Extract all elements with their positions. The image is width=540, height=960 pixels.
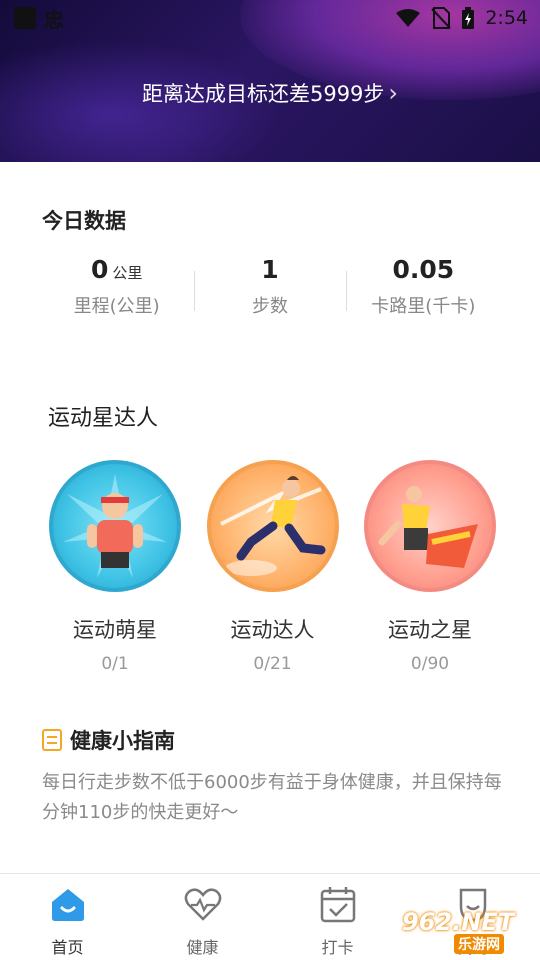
badge-item[interactable]: 运动之星 0/90: [355, 460, 505, 674]
no-sim-icon: [431, 7, 452, 29]
stat-distance: 0 公里 里程(公里): [40, 255, 193, 325]
badge-progress: 0/1: [101, 654, 129, 674]
badge-name: 运动萌星: [73, 618, 157, 642]
stat-value: 0.05: [392, 255, 455, 284]
today-stats: 0 公里 里程(公里) 1 步数 0.05 卡路里(千卡): [40, 255, 500, 325]
stat-label: 卡路里(千卡): [371, 296, 476, 317]
tab-health[interactable]: 健康: [135, 874, 270, 960]
goal-text: 距离达成目标还差5999步: [141, 82, 385, 106]
tab-label: 首页: [51, 938, 84, 957]
stat-label: 里程(公里): [73, 296, 160, 317]
chevron-right-icon: ›: [388, 79, 399, 107]
battery-icon: [462, 7, 475, 29]
calendar-check-icon: [320, 887, 355, 923]
stat-calories: 0.05 卡路里(千卡): [347, 255, 500, 325]
stat-label: 步数: [251, 296, 288, 317]
goal-link[interactable]: 距离达成目标还差5999步 ›: [0, 78, 540, 108]
tab-label: 打卡: [321, 938, 354, 957]
guide-text: 每日行走步数不低于6000步有益于身体健康，并且保持每分钟110步的快走更好～: [42, 772, 502, 823]
heart-icon: [184, 888, 221, 921]
wifi-icon: [396, 9, 421, 27]
stat-value: 0: [90, 255, 109, 284]
badge-progress: 0/21: [253, 654, 292, 674]
status-bar: 忠 2:54: [0, 0, 540, 36]
watermark-logo: 962.NET 乐游网: [402, 908, 532, 956]
clock: 2:54: [485, 7, 528, 29]
stat-value: 1: [261, 255, 279, 284]
badge-name: 运动达人: [230, 618, 315, 642]
today-data-title: 今日数据: [42, 209, 126, 233]
guide-title: 健康小指南: [70, 729, 175, 753]
badge-item[interactable]: 运动萌星 0/1: [40, 460, 190, 674]
hero-banner: 忠 2:54 距离达成目标还差5999步 ›: [0, 0, 540, 162]
notification-icon: [14, 7, 36, 29]
badge-progress: 0/90: [410, 654, 450, 674]
runner-medal-icon: [49, 460, 181, 592]
notes-icon: [42, 729, 62, 751]
stat-unit: 公里: [112, 264, 143, 282]
app-notification-glyph: 忠: [44, 7, 64, 32]
stat-steps: 1 步数: [193, 255, 346, 325]
watermark-number: 962.NET: [402, 908, 515, 936]
home-icon: [51, 889, 84, 921]
badge-list: 运动萌星 0/1 运动达人 0/21 运动之星 0/90: [40, 460, 505, 674]
watermark-sub: 乐游网: [454, 934, 504, 954]
jumper-medal-icon: [206, 460, 339, 592]
badge-item[interactable]: 运动达人 0/21: [198, 460, 348, 674]
tab-label: 健康: [186, 938, 219, 957]
sprinter-medal-icon: [364, 460, 496, 592]
tab-checkin[interactable]: 打卡: [270, 874, 405, 960]
guide-header: 健康小指南: [42, 725, 175, 755]
stars-title: 运动星达人: [48, 406, 159, 431]
tab-home[interactable]: 首页: [0, 874, 135, 960]
badge-name: 运动之星: [388, 618, 472, 642]
